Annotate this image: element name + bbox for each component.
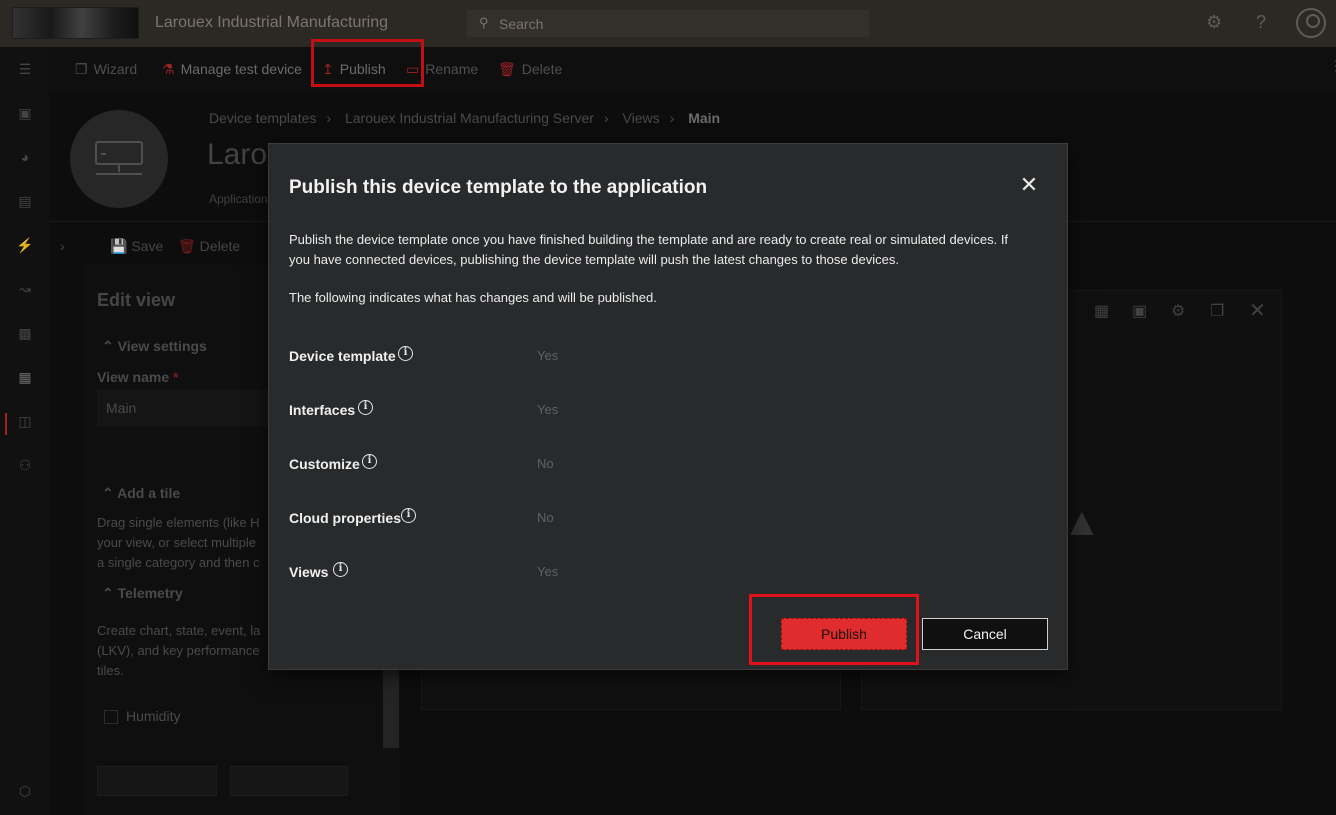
change-row-device-template: Device template i Yes (289, 344, 989, 368)
dialog-title: Publish this device template to the appl… (289, 177, 708, 198)
cancel-button[interactable]: Cancel (922, 618, 1048, 650)
publish-dialog: Publish this device template to the appl… (268, 143, 1068, 670)
change-value: Yes (537, 564, 559, 579)
changes-intro: The following indicates what has changes… (289, 290, 657, 305)
info-icon[interactable]: i (362, 454, 377, 469)
change-label: Views (289, 564, 329, 580)
info-icon[interactable]: i (401, 508, 416, 523)
dialog-description: Publish the device template once you hav… (289, 232, 1009, 267)
change-label: Device template (289, 348, 396, 364)
change-label: Customize (289, 456, 360, 472)
change-label: Interfaces (289, 402, 356, 418)
change-label: Cloud properties (289, 510, 402, 526)
info-icon[interactable]: i (333, 562, 348, 577)
change-value: Yes (537, 402, 559, 417)
publish-button-highlight-box (749, 594, 919, 665)
change-row-cloud-properties: Cloud properties i No (289, 506, 989, 530)
change-value: No (537, 456, 554, 471)
info-icon[interactable]: i (398, 346, 413, 361)
change-row-customize: Customize i No (289, 452, 989, 476)
info-icon[interactable]: i (358, 400, 373, 415)
change-row-interfaces: Interfaces i Yes (289, 398, 989, 422)
close-icon[interactable]: ✕ (1018, 174, 1040, 196)
change-value: Yes (537, 348, 559, 363)
change-value: No (537, 510, 554, 525)
change-row-views: Views i Yes (289, 560, 989, 584)
